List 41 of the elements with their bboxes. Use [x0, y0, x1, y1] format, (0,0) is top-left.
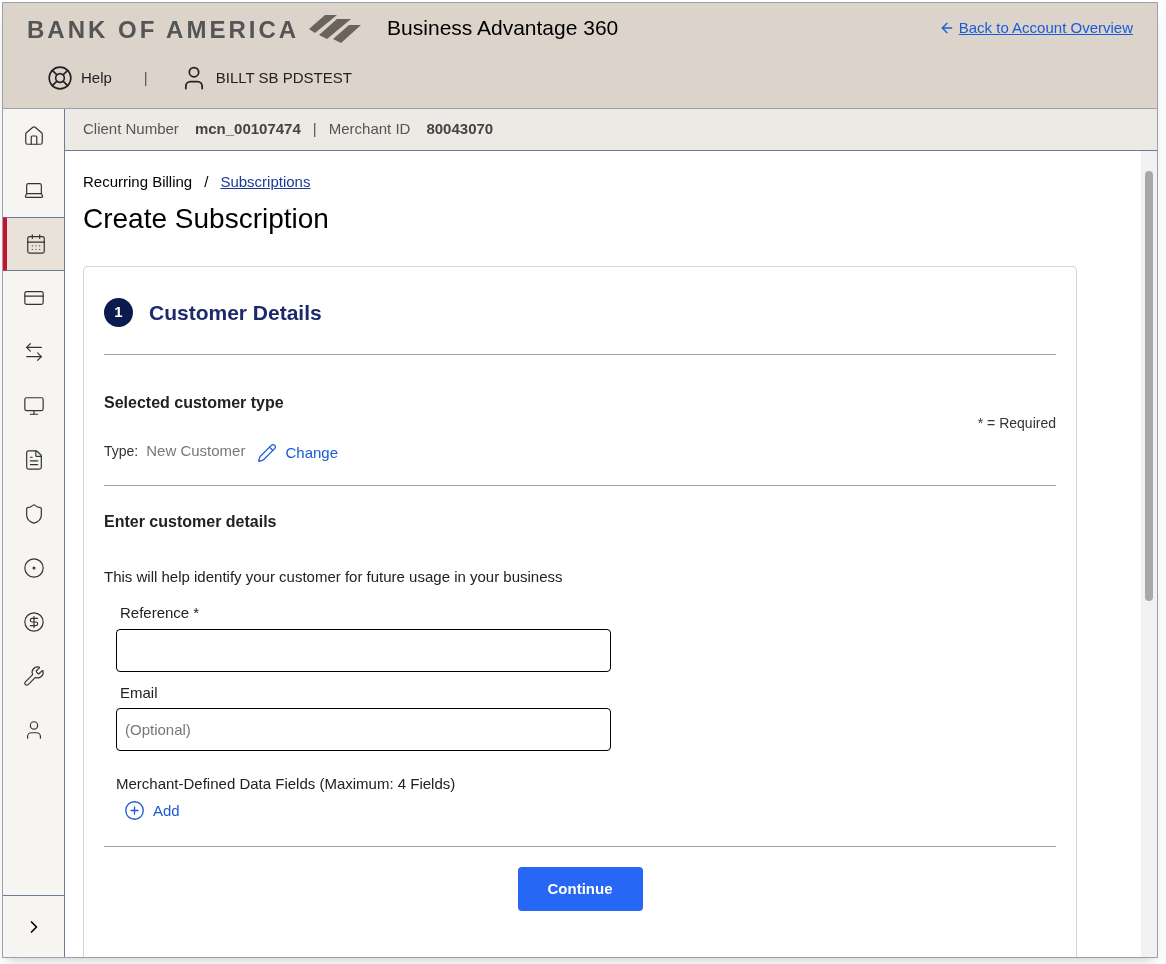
- section-heading: Enter customer details: [104, 511, 278, 532]
- breadcrumb-parent: Recurring Billing: [83, 172, 193, 192]
- input-field[interactable]: [116, 628, 611, 672]
- merchant-label: Merchant ID: [328, 119, 411, 140]
- separator: |: [143, 67, 148, 88]
- type-label: Type:: [104, 441, 139, 461]
- mdf-label: Merchant-Defined Data Fields (Maximum: 4 Fields): [116, 774, 457, 794]
- help-link[interactable]: Help: [47, 65, 112, 91]
- type-value: New Customer: [146, 441, 246, 461]
- merchant-value: 80043070: [426, 119, 494, 140]
- step-title: Customer Details: [149, 299, 322, 326]
- dollar-icon: [22, 611, 45, 633]
- calendar-icon: [24, 233, 47, 255]
- required-note: * = Required: [977, 414, 1056, 433]
- logo-text: BANK OF AMERICA: [27, 15, 300, 45]
- house-icon: [22, 125, 45, 147]
- breadcrumb-separator: /: [204, 172, 209, 192]
- continue-button[interactable]: Continue: [517, 867, 643, 911]
- back-link[interactable]: Back to Account Overview: [938, 16, 1133, 40]
- description-text: This will help identify your customer for future usage in your business: [104, 566, 564, 587]
- pencil-icon: [257, 443, 278, 464]
- monitor-icon: [22, 395, 45, 417]
- target-icon: [22, 557, 45, 579]
- separator: |: [312, 119, 317, 140]
- sidebar-item[interactable]: [3, 217, 64, 271]
- field-label: Reference *: [119, 603, 201, 623]
- page-title: Create Subscription: [83, 201, 330, 236]
- field-label: Email: [119, 682, 159, 703]
- user-link[interactable]: BILLT SB PDSTEST: [179, 64, 352, 92]
- step-number: 1: [104, 297, 133, 327]
- lifebuoy-icon: [47, 65, 73, 91]
- client-label: Client Number: [83, 119, 179, 140]
- breadcrumb-link[interactable]: Subscriptions: [220, 171, 311, 194]
- change-link[interactable]: Change: [257, 442, 338, 465]
- wrench-icon: [22, 665, 45, 687]
- plus-circle-icon: [124, 800, 145, 822]
- add-link[interactable]: Add: [124, 799, 180, 822]
- client-value: mcn_00107474: [194, 119, 301, 140]
- section-heading: Selected customer type: [104, 393, 284, 413]
- input-field[interactable]: (Optional): [116, 708, 611, 751]
- product-title: Business Advantage 360: [387, 15, 619, 42]
